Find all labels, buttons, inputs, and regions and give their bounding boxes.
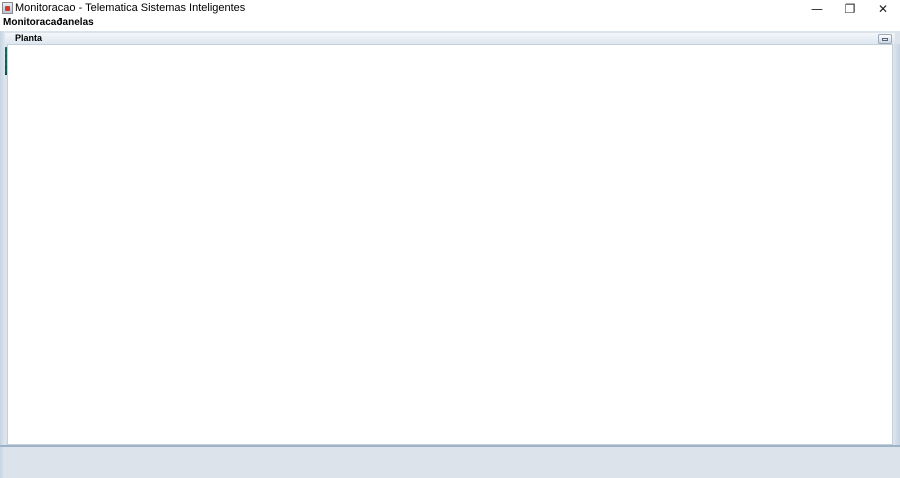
panel-restore-icon[interactable] bbox=[878, 34, 892, 44]
menu-janelas[interactable]: Janelas bbox=[57, 17, 94, 28]
menu-monitoracao[interactable]: Monitoracao bbox=[3, 17, 62, 28]
window-title: Monitoracao - Telematica Sistemas Inteli… bbox=[15, 2, 246, 14]
frame-bottom-edge bbox=[0, 445, 900, 447]
java-app-icon bbox=[2, 2, 13, 14]
minimize-button[interactable]: — bbox=[800, 0, 834, 17]
menu-bar: Monitoracao Janelas bbox=[0, 17, 900, 31]
title-bar: Monitoracao - Telematica Sistemas Inteli… bbox=[0, 0, 900, 17]
close-button[interactable]: ✕ bbox=[866, 0, 900, 17]
plant-view-canvas[interactable] bbox=[7, 44, 893, 445]
restore-button[interactable]: ❐ bbox=[833, 0, 867, 17]
frame-border-right bbox=[893, 44, 900, 447]
panel-title: Planta bbox=[15, 33, 43, 43]
frame-border bbox=[0, 31, 5, 478]
